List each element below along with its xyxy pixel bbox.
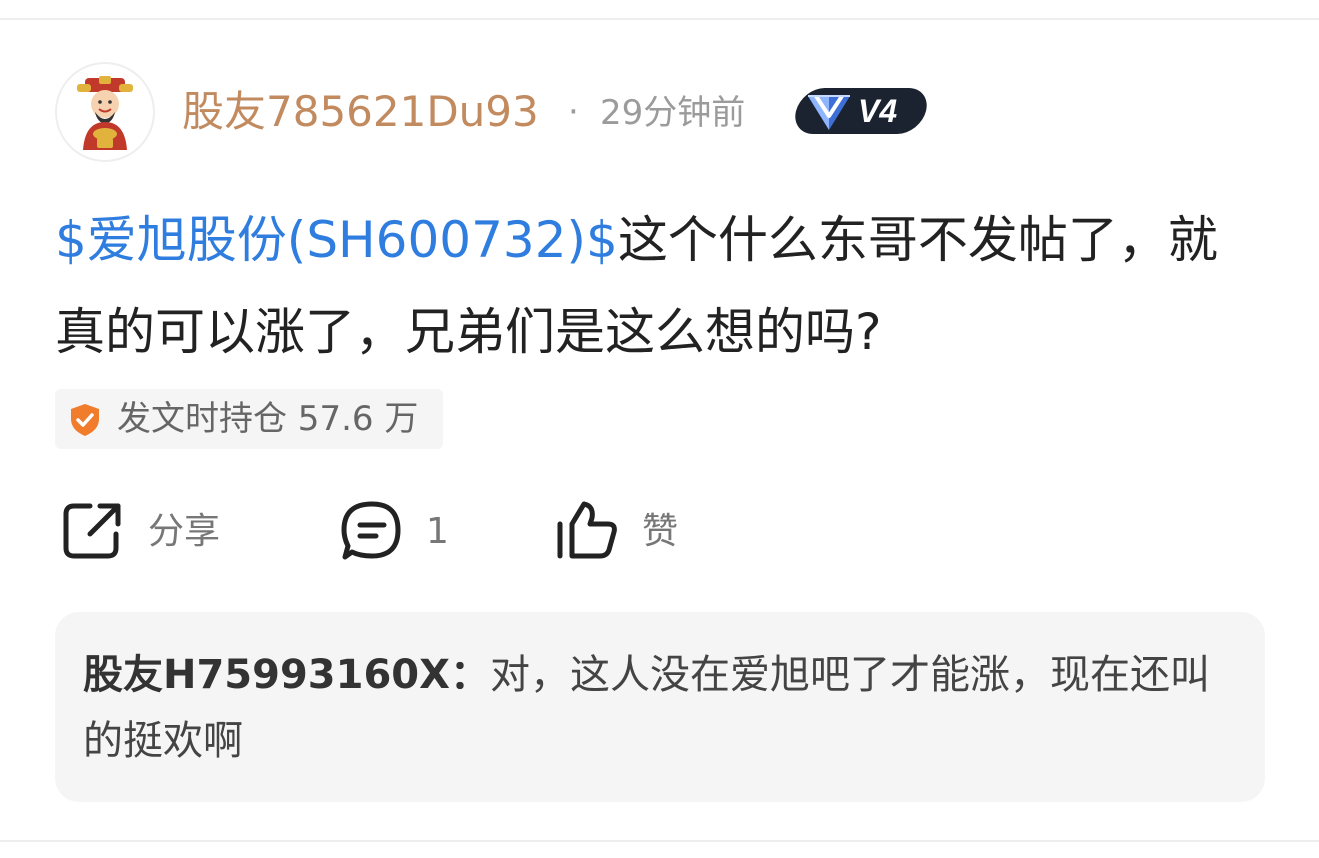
stock-tag-link[interactable]: $爱旭股份(SH600732)$	[55, 211, 618, 269]
post-username[interactable]: 股友785621Du93	[182, 82, 539, 142]
like-label: 赞	[642, 511, 679, 552]
holding-chip: 发文时持仓 57.6 万	[55, 389, 443, 449]
user-avatar[interactable]	[55, 62, 155, 162]
header-separator: ·	[568, 92, 579, 132]
comment-button[interactable]: 1	[340, 498, 470, 566]
reply-content: 股友H75993160X：对，这人没在爱旭吧了才能涨，现在还叫的挺欢啊	[83, 642, 1233, 774]
thumbs-up-icon	[557, 501, 617, 559]
post-time: 29分钟前	[600, 93, 746, 133]
top-divider	[0, 0, 1319, 20]
reply-username[interactable]: 股友H75993160X：	[83, 652, 490, 698]
reply-preview[interactable]: 股友H75993160X：对，这人没在爱旭吧了才能涨，现在还叫的挺欢啊	[55, 612, 1265, 802]
like-button[interactable]: 赞	[554, 498, 704, 566]
comment-count: 1	[426, 511, 449, 552]
comment-icon	[341, 501, 401, 560]
share-label: 分享	[148, 511, 221, 552]
level-badge-label: V4	[858, 93, 898, 129]
fortune-god-avatar-icon	[77, 76, 133, 150]
post-content: $爱旭股份(SH600732)$这个什么东哥不发帖了，就真的可以涨了，兄弟们是这…	[55, 194, 1235, 378]
share-button[interactable]: 分享	[60, 498, 240, 566]
diamond-level-icon	[808, 94, 850, 130]
share-icon	[63, 503, 121, 559]
level-badge[interactable]: V4	[790, 86, 932, 136]
holding-label: 发文时持仓 57.6 万	[117, 399, 419, 439]
shield-check-icon	[71, 404, 99, 436]
bottom-divider	[0, 840, 1319, 858]
